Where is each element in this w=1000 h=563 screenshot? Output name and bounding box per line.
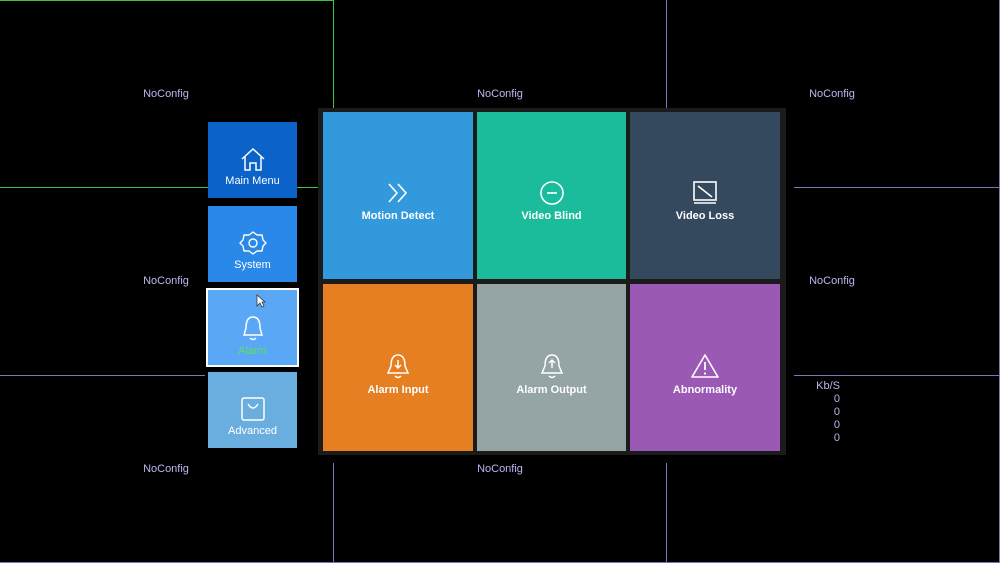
tile-label: Motion Detect xyxy=(361,210,435,222)
sidebar-item-label: Alarm xyxy=(238,345,267,357)
bell-icon xyxy=(242,316,263,341)
bitrate-value: 0 xyxy=(833,393,840,405)
grid-line xyxy=(666,463,667,563)
tile-alarm-input[interactable]: Alarm Input xyxy=(323,284,473,451)
gear-icon xyxy=(238,231,267,255)
sidebar-item-label: Advanced xyxy=(228,425,277,437)
sidebar-item-label: System xyxy=(234,259,271,271)
bitrate-value: 0 xyxy=(833,432,840,444)
bitrate-value: 0 xyxy=(833,419,840,431)
bitrate-header: Kb/S xyxy=(816,380,840,392)
grid-line xyxy=(794,375,1000,376)
sidebar-item-main-menu[interactable]: Main Menu xyxy=(208,122,297,198)
bitrate-value: 0 xyxy=(833,406,840,418)
tile-alarm-output[interactable]: Alarm Output xyxy=(477,284,626,451)
bitrate-readout: Kb/S 0 0 0 0 xyxy=(800,380,840,445)
channel-1-label: NoConfig xyxy=(143,88,189,100)
tile-video-blind[interactable]: Video Blind xyxy=(477,112,626,279)
grid-line xyxy=(333,463,334,563)
sidebar-item-system[interactable]: System xyxy=(208,206,297,282)
mouse-cursor-icon xyxy=(256,294,266,308)
sidebar-item-alarm[interactable]: Alarm xyxy=(206,288,299,367)
tile-label: Alarm Output xyxy=(516,384,587,396)
monitor-slash-icon xyxy=(693,181,717,204)
double-chevron-icon xyxy=(388,183,408,203)
tile-label: Video Blind xyxy=(521,210,582,222)
channel-7-label: NoConfig xyxy=(143,463,189,475)
grid-line xyxy=(0,375,205,376)
channel-3-label: NoConfig xyxy=(809,88,855,100)
channel-2-label: NoConfig xyxy=(477,88,523,100)
bell-up-icon xyxy=(540,354,563,379)
tile-label: Video Loss xyxy=(675,210,735,222)
tile-abnormality[interactable]: Abnormality xyxy=(630,284,780,451)
tile-motion-detect[interactable]: Motion Detect xyxy=(323,112,473,279)
channel-4-label: NoConfig xyxy=(143,275,189,287)
grid-line xyxy=(666,0,667,108)
tile-video-loss[interactable]: Video Loss xyxy=(630,112,780,279)
bell-down-icon xyxy=(386,354,410,379)
tile-label: Abnormality xyxy=(672,384,738,396)
alarm-menu-panel: Motion Detect Video Blind Video Loss Ala… xyxy=(318,108,786,455)
bag-icon xyxy=(240,397,265,421)
warning-icon xyxy=(691,354,719,378)
grid-line xyxy=(794,187,1000,188)
sidebar-item-advanced[interactable]: Advanced xyxy=(208,372,297,448)
channel-6-label: NoConfig xyxy=(809,275,855,287)
channel-8-label: NoConfig xyxy=(477,463,523,475)
minus-circle-icon xyxy=(539,181,564,205)
tile-label: Alarm Input xyxy=(367,384,429,396)
sidebar-item-label: Main Menu xyxy=(225,175,280,187)
home-icon xyxy=(240,147,265,171)
